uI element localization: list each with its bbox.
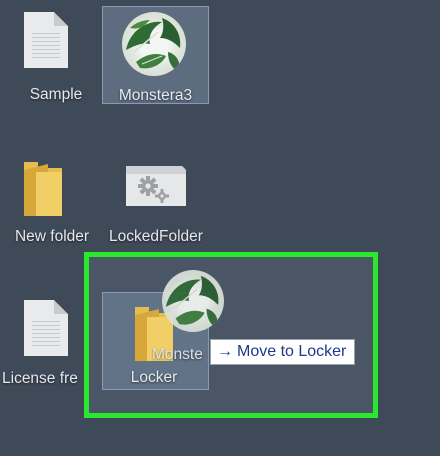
text-file-icon [24,300,68,356]
desktop-icon-label: Monstera3 [118,87,193,104]
desktop-icon-label: LockedFolder [109,228,203,245]
desktop-icon-new-folder[interactable]: New folder [0,150,104,250]
drag-ghost-label: Monste [152,346,203,363]
text-file-icon [24,12,68,68]
gear-folder-icon [126,166,186,206]
arrow-right-icon: → [217,343,233,360]
desktop-icon-label: Sample [29,86,83,103]
desktop-icon-label: New folder [14,228,90,245]
move-tooltip: → Move to Locker [210,339,356,365]
tooltip-text: Move to Locker [237,343,347,360]
desktop-icon-label: Locker [130,369,178,386]
desktop-icon-sample[interactable]: Sample [4,4,108,104]
folder-icon [24,162,62,216]
desktop-icon-label: License fre [2,370,78,387]
desktop-icon-lockedfolder[interactable]: LockedFolder [104,150,208,250]
monstera-image-thumbnail-icon [162,270,224,332]
monstera-image-thumbnail-icon [122,12,186,76]
desktop-icon-monstera3[interactable]: Monstera3 [102,6,209,104]
